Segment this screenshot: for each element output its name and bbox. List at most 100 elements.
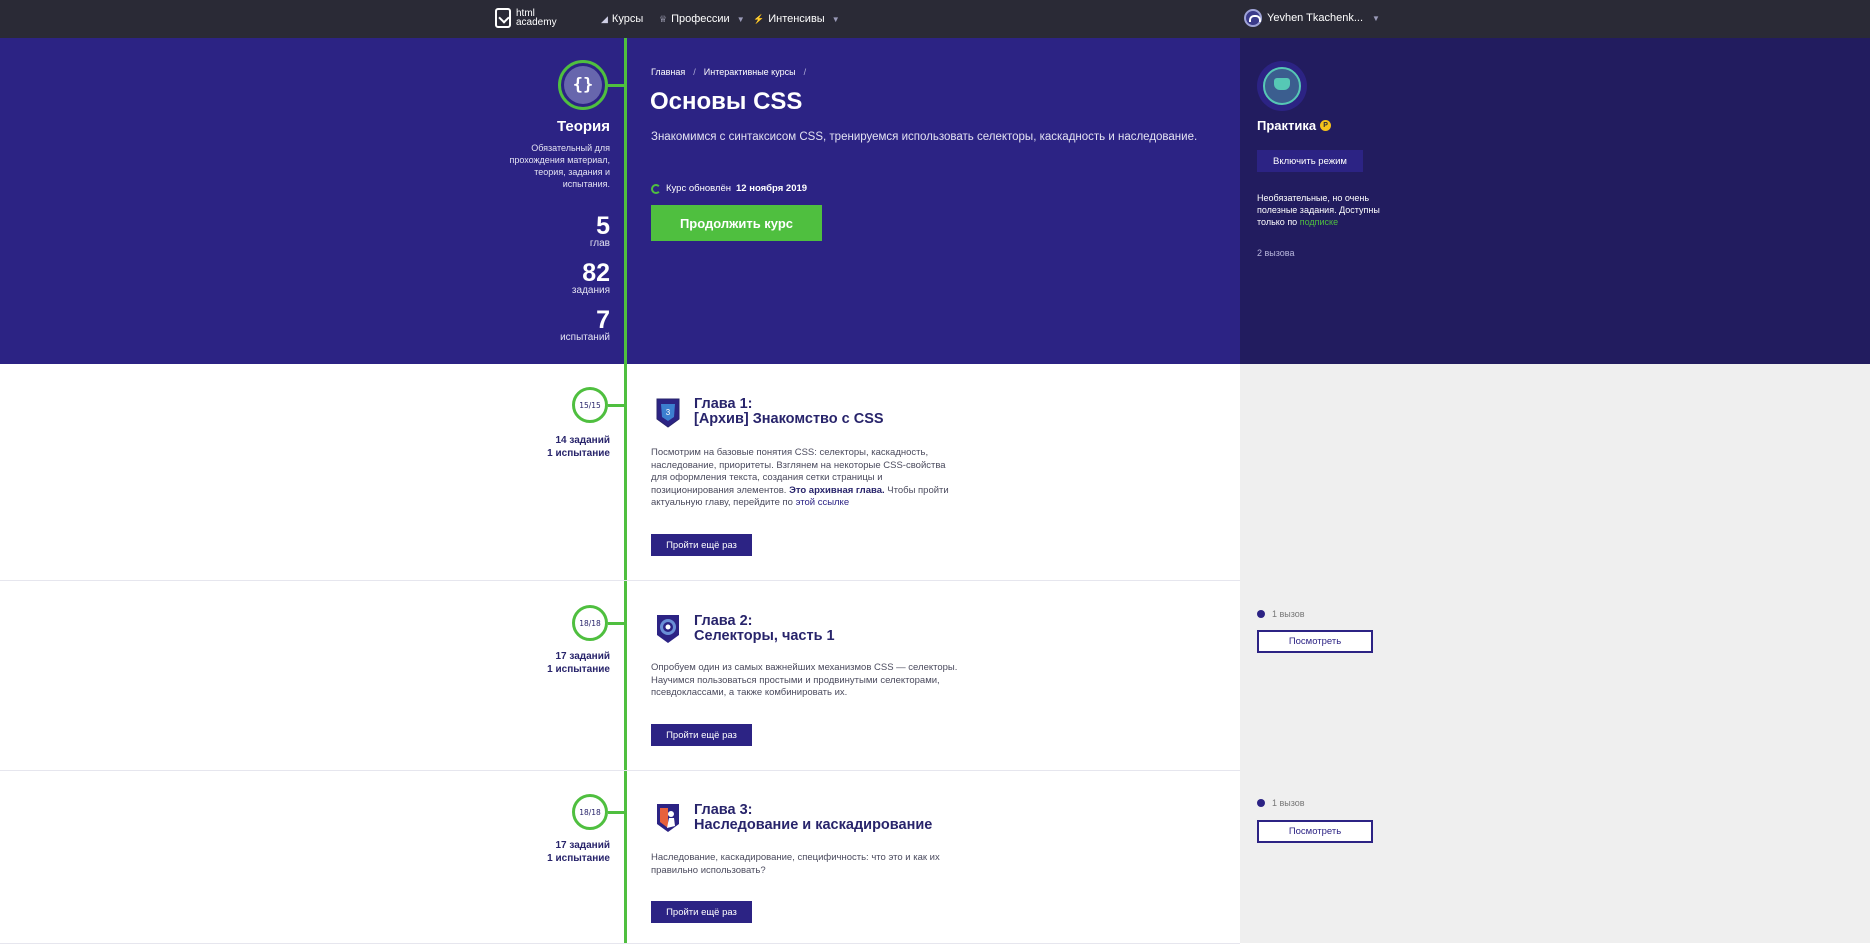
user-menu[interactable]: Yevhen Tkachenk... ▼: [1244, 9, 1380, 27]
top-navbar: html academy ◢ Курсы ♕ Профессии ▼ ⚡ Инт…: [0, 0, 1870, 38]
practice-title-text: Практика: [1257, 118, 1317, 133]
stat-label: глав: [589, 238, 610, 249]
practice-column: [1240, 364, 1870, 943]
nav-professions[interactable]: ♕ Профессии ▼: [659, 0, 745, 38]
practice-fist-icon: [1263, 67, 1301, 105]
svg-text:3: 3: [666, 408, 671, 417]
intensives-icon: ⚡: [753, 13, 765, 24]
logo-line2: academy: [516, 17, 557, 28]
chapter-title-line1: Глава 3:: [694, 802, 753, 818]
timeline-connector: [608, 622, 624, 625]
chapter-tests: 1 испытание: [547, 853, 610, 864]
avatar: [1244, 9, 1262, 27]
logo[interactable]: html academy: [495, 8, 557, 28]
breadcrumb-home[interactable]: Главная: [651, 67, 685, 77]
inheritance-shield-icon: [657, 804, 679, 832]
practice-count-text: 1 вызов: [1272, 798, 1305, 808]
practice-note: Необязательные, но очень полезные задани…: [1257, 192, 1387, 228]
chapter-divider: [0, 580, 1240, 581]
nav-courses-label: Курсы: [611, 13, 644, 25]
chapter-divider: [0, 770, 1240, 771]
chapter-title-line2: Селекторы, часть 1: [694, 628, 835, 644]
coin-icon: P: [1320, 120, 1332, 131]
stat-chapters: 5 глав: [589, 212, 610, 250]
target-shield-icon: [657, 615, 679, 643]
timeline-line: [624, 38, 627, 943]
stat-label: испытаний: [560, 332, 610, 343]
stat-tasks: 82 задания: [571, 259, 610, 297]
logo-mark-icon: [495, 8, 511, 28]
chapter-title-line1: Глава 2:: [694, 613, 753, 629]
chapter-title-line2: Наследование и каскадирование: [694, 817, 933, 833]
timeline-connector: [608, 404, 624, 407]
continue-course-button[interactable]: Продолжить курс: [651, 205, 822, 241]
page-title: Основы CSS: [650, 88, 803, 115]
breadcrumb-courses[interactable]: Интерактивные курсы: [704, 67, 796, 77]
theory-description: Обязательный для прохождения материал, т…: [509, 143, 610, 189]
chapter-tasks: 17 заданий: [555, 651, 610, 662]
chapter-stats: 14 заданий 1 испытание: [547, 434, 610, 460]
chapter-practice-count: 1 вызов: [1257, 609, 1305, 619]
stat-value: 82: [582, 259, 610, 287]
view-practice-button[interactable]: Посмотреть: [1257, 820, 1373, 843]
practice-badge: [1257, 61, 1307, 111]
breadcrumb-separator: /: [693, 67, 696, 77]
retry-chapter-button[interactable]: Пройти ещё раз: [651, 724, 752, 746]
stat-value: 5: [596, 212, 610, 240]
theory-title: Теория: [556, 118, 610, 135]
chevron-down-icon: ▼: [1372, 13, 1380, 23]
breadcrumb-separator: /: [803, 67, 807, 77]
retry-chapter-button[interactable]: Пройти ещё раз: [651, 534, 752, 556]
course-updated: Курс обновлён 12 ноября 2019: [651, 183, 807, 194]
chapter-stats: 17 заданий 1 испытание: [547, 650, 610, 676]
chapter-title[interactable]: Глава 1: [Архив] Знакомство с CSS: [694, 397, 884, 427]
retry-chapter-button[interactable]: Пройти ещё раз: [651, 901, 752, 923]
chapter-link[interactable]: этой ссылке: [796, 497, 850, 508]
css3-shield-icon: 3: [656, 398, 680, 428]
chapter-progress-badge: 18/18: [572, 794, 608, 830]
chapter-description: Опробуем один из самых важнейших механиз…: [651, 662, 961, 700]
practice-count-text: 1 вызов: [1272, 609, 1305, 619]
chevron-down-icon: ▼: [736, 14, 745, 24]
courses-icon: ◢: [601, 13, 608, 24]
user-name: Yevhen Tkachenk...: [1267, 12, 1364, 24]
breadcrumb: Главная / Интерактивные курсы /: [651, 67, 806, 77]
chapter-practice-count: 1 вызов: [1257, 798, 1305, 808]
stat-label: задания: [571, 285, 610, 296]
practice-count: 2 вызова: [1257, 248, 1295, 258]
timeline-connector: [608, 811, 624, 814]
chapter-title[interactable]: Глава 2: Селекторы, часть 1: [694, 614, 835, 644]
chapter-tests: 1 испытание: [547, 448, 610, 459]
braces-icon: {}: [564, 66, 602, 104]
refresh-icon: [651, 183, 661, 194]
chapter-stats: 17 заданий 1 испытание: [547, 839, 610, 865]
stat-tests: 7 испытаний: [560, 306, 610, 344]
chapter-title-line2: [Архив] Знакомство с CSS: [694, 411, 884, 427]
chapter-title-line1: Глава 1:: [694, 396, 753, 412]
nav-intensives-label: Интенсивы: [768, 13, 825, 25]
theory-badge: {}: [558, 60, 608, 110]
chapter-description: Наследование, каскадирование, специфично…: [651, 852, 961, 877]
view-practice-button[interactable]: Посмотреть: [1257, 630, 1373, 653]
chapter-progress-badge: 18/18: [572, 605, 608, 641]
professions-icon: ♕: [659, 13, 668, 24]
enable-mode-button[interactable]: Включить режим: [1257, 150, 1363, 172]
chapter-tasks: 14 заданий: [555, 435, 610, 446]
nav-intensives[interactable]: ⚡ Интенсивы ▼: [753, 0, 840, 38]
desc-text: Наследование, каскадирование, специфично…: [651, 852, 940, 876]
chapter-title[interactable]: Глава 3: Наследование и каскадирование: [694, 803, 932, 833]
logo-text: html academy: [516, 9, 557, 28]
nav-professions-label: Профессии: [671, 13, 730, 25]
chevron-down-icon: ▼: [831, 14, 840, 24]
dot-icon: [1257, 799, 1265, 807]
dot-icon: [1257, 610, 1265, 618]
chapter-tasks: 17 заданий: [555, 840, 610, 851]
chapter-progress-badge: 15/15: [572, 387, 608, 423]
nav-courses[interactable]: ◢ Курсы: [601, 0, 643, 38]
course-description: Знакомимся с синтаксисом CSS, тренируемс…: [651, 131, 1198, 143]
subscription-link[interactable]: подписке: [1300, 217, 1338, 227]
chapter-tests: 1 испытание: [547, 664, 610, 675]
updated-date: 12 ноября 2019: [736, 183, 808, 194]
chapter-description: Посмотрим на базовые понятия CSS: селект…: [651, 447, 961, 510]
stat-value: 7: [596, 306, 610, 334]
